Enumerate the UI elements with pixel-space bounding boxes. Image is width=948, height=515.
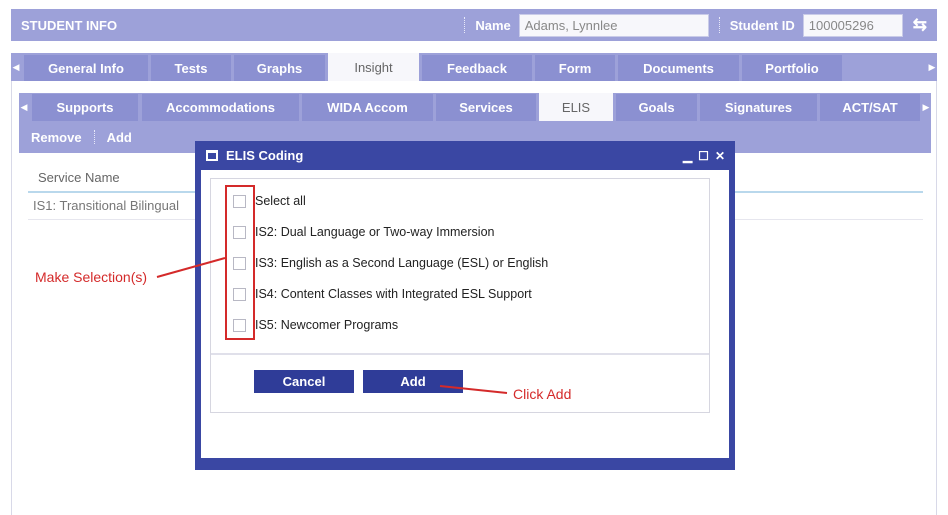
add-arrow-line [439,385,508,394]
selection-arrow-line [156,257,226,278]
click-add-annotation: Click Add [513,386,572,402]
make-selection-annotation: Make Selection(s) [35,269,148,285]
annotation-arrows [156,257,508,394]
